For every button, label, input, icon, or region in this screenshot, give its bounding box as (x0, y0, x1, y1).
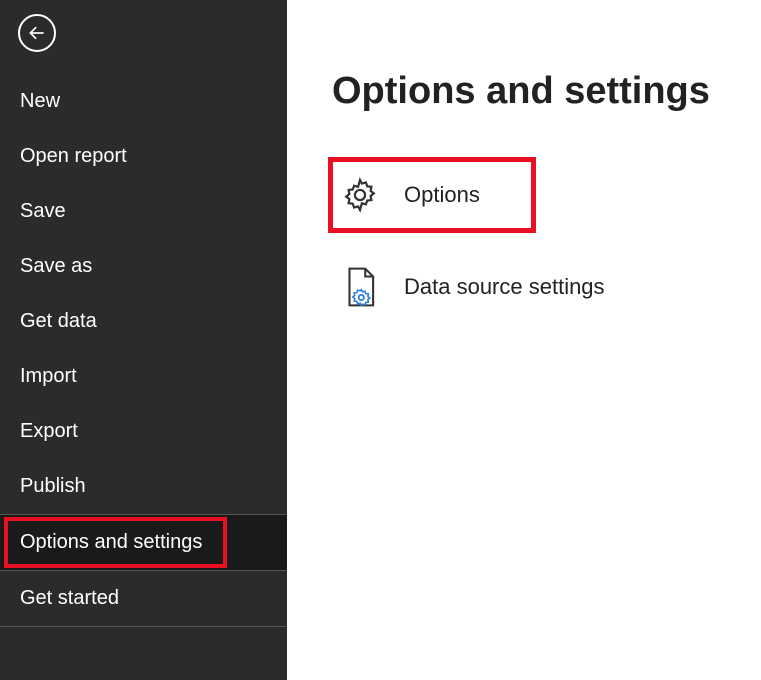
page-title: Options and settings (332, 70, 731, 113)
option-data-source-settings[interactable]: Data source settings (332, 253, 632, 321)
file-menu-sidebar: New Open report Save Save as Get data Im… (0, 0, 287, 680)
menu-item-open-report[interactable]: Open report (0, 129, 287, 184)
menu-item-export[interactable]: Export (0, 404, 287, 459)
back-button[interactable] (18, 14, 56, 52)
option-label: Data source settings (404, 274, 605, 300)
menu-item-publish[interactable]: Publish (0, 459, 287, 514)
menu-item-get-data[interactable]: Get data (0, 294, 287, 349)
menu-item-label: Get data (20, 310, 97, 332)
back-arrow-icon (27, 23, 47, 43)
file-gear-icon (340, 267, 380, 307)
menu-item-get-started[interactable]: Get started (0, 571, 287, 626)
menu-item-label: Publish (20, 475, 86, 497)
menu-item-label: Export (20, 420, 78, 442)
menu-item-save-as[interactable]: Save as (0, 239, 287, 294)
menu-item-label: Save (20, 200, 66, 222)
gear-icon (340, 175, 380, 215)
main-panel: Options and settings Options Data source… (287, 0, 761, 680)
menu-item-label: Options and settings (20, 531, 202, 553)
menu-item-label: New (20, 90, 60, 112)
menu-item-label: Import (20, 365, 77, 387)
menu-divider (0, 626, 287, 627)
menu-item-save[interactable]: Save (0, 184, 287, 239)
option-label: Options (404, 182, 480, 208)
menu-item-label: Save as (20, 255, 92, 277)
menu-item-new[interactable]: New (0, 74, 287, 129)
menu-item-label: Open report (20, 145, 127, 167)
option-options[interactable]: Options (332, 161, 532, 229)
menu-item-options-and-settings[interactable]: Options and settings (0, 515, 287, 570)
menu-item-label: Get started (20, 587, 119, 609)
menu-item-import[interactable]: Import (0, 349, 287, 404)
